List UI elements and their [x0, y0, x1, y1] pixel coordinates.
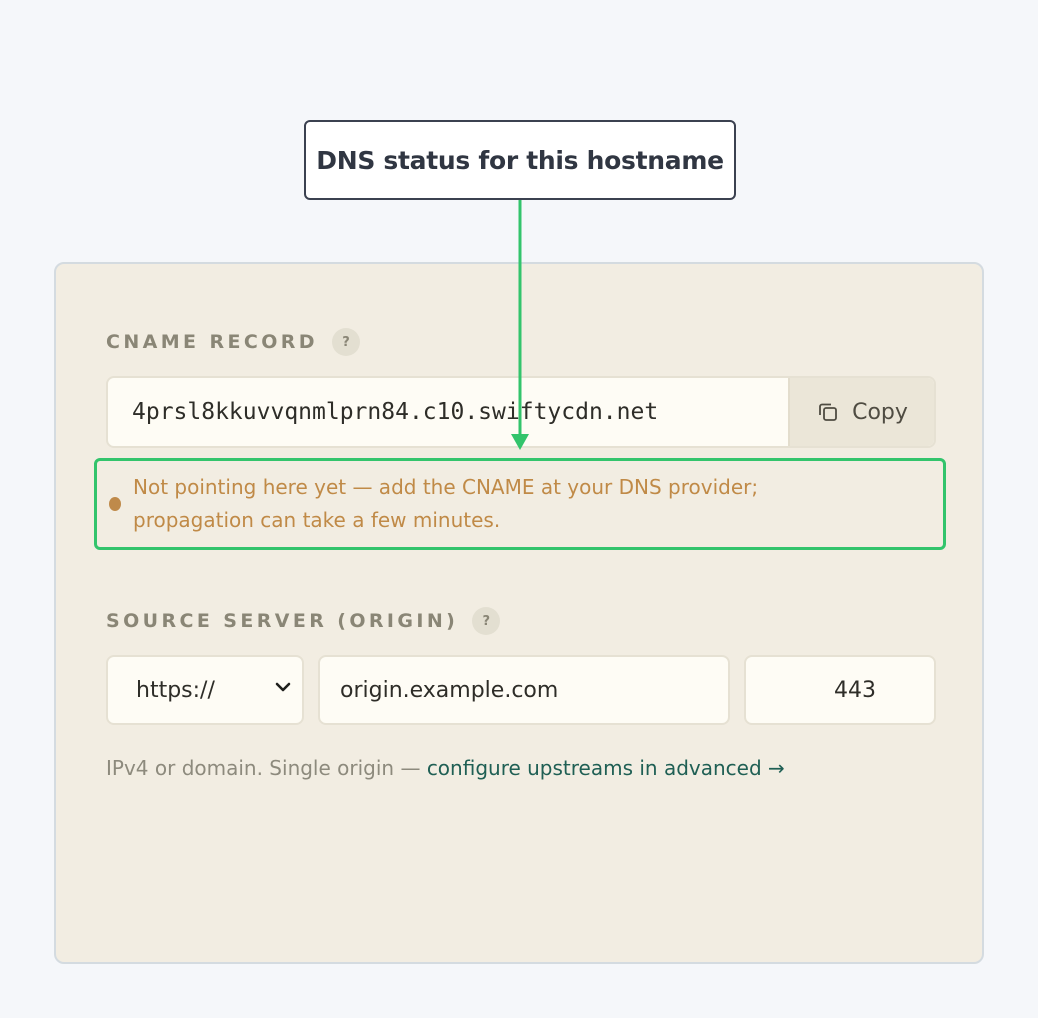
- hostname-card: CNAME RECORD ? 4prsl8kkuvvqnmlprn84.c10.…: [54, 262, 984, 964]
- origin-port-value: 443: [834, 677, 876, 703]
- copy-icon: [816, 400, 840, 424]
- origin-host-input[interactable]: origin.example.com: [318, 655, 730, 725]
- dns-status: Not pointing here yet — add the CNAME at…: [94, 458, 946, 550]
- copy-label: Copy: [852, 399, 908, 425]
- cname-field: 4prsl8kkuvvqnmlprn84.c10.swiftycdn.net C…: [106, 376, 936, 448]
- stage: DNS status for this hostname CNAME RECOR…: [0, 0, 1038, 1018]
- status-message: Not pointing here yet — add the CNAME at…: [133, 471, 758, 537]
- callout-text: DNS status for this hostname: [316, 145, 724, 175]
- cname-value[interactable]: 4prsl8kkuvvqnmlprn84.c10.swiftycdn.net: [108, 378, 788, 446]
- origin-label-text: SOURCE SERVER (ORIGIN): [106, 610, 459, 632]
- configure-upstreams-link[interactable]: configure upstreams in advanced →: [427, 756, 785, 780]
- copy-button[interactable]: Copy: [788, 378, 934, 446]
- status-dot-icon: [109, 497, 121, 511]
- status-line-2: propagation can take a few minutes.: [133, 508, 501, 532]
- origin-port-input[interactable]: 443: [744, 655, 936, 725]
- origin-hint: IPv4 or domain. Single origin — configur…: [106, 756, 785, 780]
- origin-hint-text: IPv4 or domain. Single origin —: [106, 756, 427, 780]
- cname-section-label: CNAME RECORD ?: [106, 328, 360, 356]
- cname-help-icon[interactable]: ?: [331, 328, 360, 356]
- scheme-value: https://: [136, 677, 215, 703]
- chevron-down-icon: [272, 676, 294, 704]
- origin-help-icon[interactable]: ?: [472, 607, 501, 635]
- origin-section-label: SOURCE SERVER (ORIGIN) ?: [106, 607, 501, 635]
- cname-label-text: CNAME RECORD: [106, 331, 318, 353]
- callout-box: DNS status for this hostname: [304, 120, 736, 200]
- origin-host-value: origin.example.com: [340, 677, 559, 703]
- status-line-1: Not pointing here yet — add the CNAME at…: [133, 475, 759, 499]
- scheme-select[interactable]: https://: [106, 655, 304, 725]
